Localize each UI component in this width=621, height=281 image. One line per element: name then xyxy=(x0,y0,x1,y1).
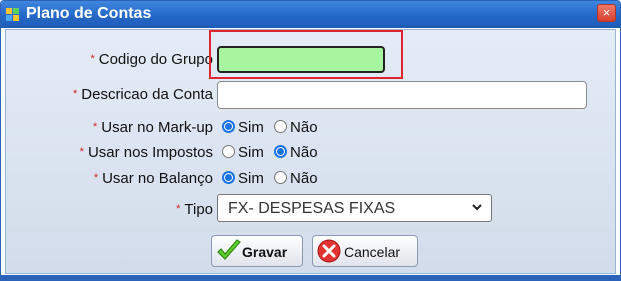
title-bar[interactable]: Plano de Contas × xyxy=(1,1,620,28)
usar-impostos-nao-option[interactable]: Não xyxy=(274,144,318,161)
tipo-label-text: Tipo xyxy=(184,201,213,218)
grid-app-icon xyxy=(6,8,20,22)
usar-balanco-nao-option[interactable]: Não xyxy=(274,170,318,187)
usar-balanco-sim-option[interactable]: Sim xyxy=(222,170,264,187)
row-usar-markup: * Usar no Mark-up Sim Não xyxy=(6,116,611,140)
plano-de-contas-dialog: Plano de Contas × * Codigo do Grupo * Desc… xyxy=(0,0,621,281)
checkmark-icon xyxy=(216,239,242,266)
gravar-label: Gravar xyxy=(242,244,288,260)
usar-balanco-sim-radio[interactable] xyxy=(222,171,235,184)
usar-markup-label-text: Usar no Mark-up xyxy=(101,119,213,136)
codigo-grupo-input[interactable] xyxy=(217,46,385,73)
descricao-conta-label: * Descricao da Conta xyxy=(73,86,213,103)
x-circle-icon xyxy=(316,238,342,267)
usar-balanco-sim-label: Sim xyxy=(238,170,264,187)
cancelar-label: Cancelar xyxy=(344,244,401,260)
usar-markup-sim-label: Sim xyxy=(238,119,264,136)
usar-balanco-label-text: Usar no Balanço xyxy=(102,170,213,187)
gravar-button[interactable]: Gravar xyxy=(211,235,303,267)
usar-markup-sim-option[interactable]: Sim xyxy=(222,119,264,136)
required-mark: * xyxy=(93,172,99,184)
usar-impostos-label-text: Usar nos Impostos xyxy=(87,144,213,161)
window-title: Plano de Contas xyxy=(26,5,152,22)
usar-impostos-nao-radio[interactable] xyxy=(274,145,288,158)
usar-impostos-nao-label: Não xyxy=(290,144,318,161)
required-mark: * xyxy=(79,146,84,158)
window-bottom-border xyxy=(1,275,620,280)
usar-markup-label: * Usar no Mark-up xyxy=(93,119,213,136)
tipo-select[interactable]: FX- DESPESAS FIXAS xyxy=(217,194,492,222)
descricao-conta-label-text: Descricao da Conta xyxy=(81,86,213,103)
usar-impostos-radio-group: Sim Não xyxy=(222,144,324,161)
chevron-down-icon xyxy=(471,199,483,218)
descricao-conta-input[interactable] xyxy=(217,81,587,109)
usar-markup-radio-group: Sim Não xyxy=(222,119,324,136)
usar-markup-nao-radio[interactable] xyxy=(274,120,288,133)
codigo-grupo-label-text: Codigo do Grupo xyxy=(98,51,213,68)
usar-impostos-sim-label: Sim xyxy=(238,144,264,161)
tipo-label: * Tipo xyxy=(176,201,213,218)
required-mark: * xyxy=(176,203,181,215)
usar-markup-nao-option[interactable]: Não xyxy=(274,119,318,136)
usar-impostos-sim-radio[interactable] xyxy=(222,145,235,158)
required-mark: * xyxy=(90,53,95,65)
usar-balanco-nao-label: Não xyxy=(290,170,318,187)
codigo-grupo-label: * Codigo do Grupo xyxy=(90,51,213,68)
usar-balanco-label: * Usar no Balanço xyxy=(94,170,213,187)
usar-balanco-radio-group: Sim Não xyxy=(222,170,324,187)
usar-balanco-nao-radio[interactable] xyxy=(274,171,288,184)
cancelar-button[interactable]: Cancelar xyxy=(312,235,418,267)
required-mark: * xyxy=(72,88,78,100)
close-button[interactable]: × xyxy=(597,4,616,22)
tipo-selected-value: FX- DESPESAS FIXAS xyxy=(228,200,396,217)
usar-impostos-label: * Usar nos Impostos xyxy=(80,144,213,161)
required-mark: * xyxy=(93,121,98,133)
usar-markup-nao-label: Não xyxy=(290,119,318,136)
usar-impostos-sim-option[interactable]: Sim xyxy=(222,144,264,161)
form-panel: * Codigo do Grupo * Descricao da Conta * Us… xyxy=(5,29,616,274)
row-usar-balanco: * Usar no Balanço Sim Não xyxy=(6,167,611,191)
usar-markup-sim-radio[interactable] xyxy=(222,120,235,133)
row-usar-impostos: * Usar nos Impostos Sim Não xyxy=(6,141,611,165)
